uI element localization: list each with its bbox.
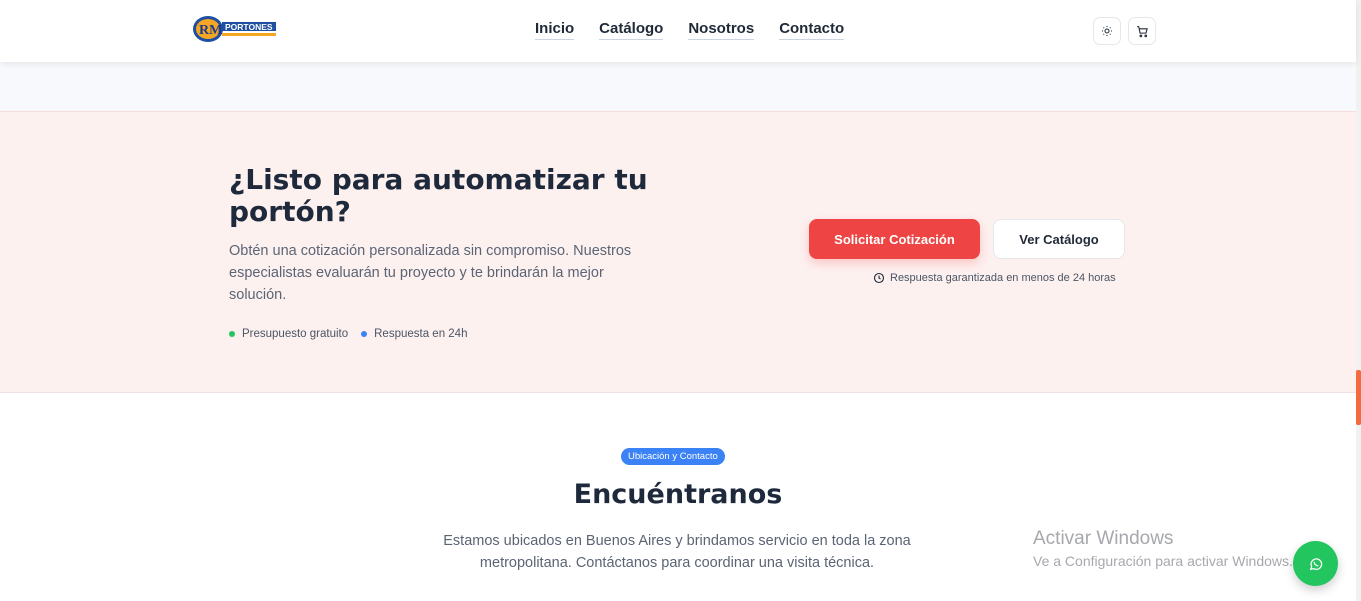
bullet-response-24h: Respuesta en 24h [361,328,467,340]
main-nav: Inicio Catálogo Nosotros Contacto [535,20,869,40]
cart-icon [1136,25,1148,37]
section-divider [0,62,1356,111]
location-title: Encuéntranos [573,479,783,510]
request-quote-button[interactable]: Solicitar Cotización [809,219,980,259]
cta-title: ¿Listo para automatizar tu portón? [229,163,648,228]
svg-text:PORTONES: PORTONES [225,22,273,32]
section-badge: Ubicación y Contacto [621,448,725,465]
scrollbar-thumb[interactable] [1356,370,1361,425]
cta-section: ¿Listo para automatizar tu portón? Obtén… [0,111,1356,393]
nav-link-catalogo[interactable]: Catálogo [599,20,664,40]
theme-toggle-button[interactable] [1093,17,1121,45]
nav-link-contacto[interactable]: Contacto [779,20,845,40]
location-description: Estamos ubicados en Buenos Aires y brind… [443,533,911,571]
green-dot-icon [229,331,235,337]
nav-link-inicio[interactable]: Inicio [535,20,575,40]
windows-watermark-subtitle: Ve a Configuración para activar Windows. [1033,553,1293,569]
clock-icon [873,272,885,284]
view-catalog-button[interactable]: Ver Catálogo [993,219,1125,259]
nav-link-nosotros[interactable]: Nosotros [688,20,755,40]
whatsapp-button[interactable] [1293,541,1338,586]
cta-bullets: Presupuesto gratuito Respuesta en 24h [229,328,467,340]
cta-description: Obtén una cotización personalizada sin c… [229,243,632,303]
windows-watermark-title: Activar Windows [1033,528,1174,549]
page-scrollbar[interactable] [1356,0,1361,601]
site-logo[interactable]: RM PORTONES [192,14,278,44]
bullet-free-quote: Presupuesto gratuito [229,328,348,340]
sun-icon [1102,26,1112,36]
guarantee-note: Respuesta garantizada en menos de 24 hor… [873,272,1116,284]
blue-dot-icon [361,331,368,337]
site-header: RM PORTONES Inicio Catálogo Nosotros Con… [0,0,1356,62]
svg-text:RM: RM [199,23,222,38]
cart-button[interactable] [1128,17,1156,45]
whatsapp-icon [1309,557,1322,570]
